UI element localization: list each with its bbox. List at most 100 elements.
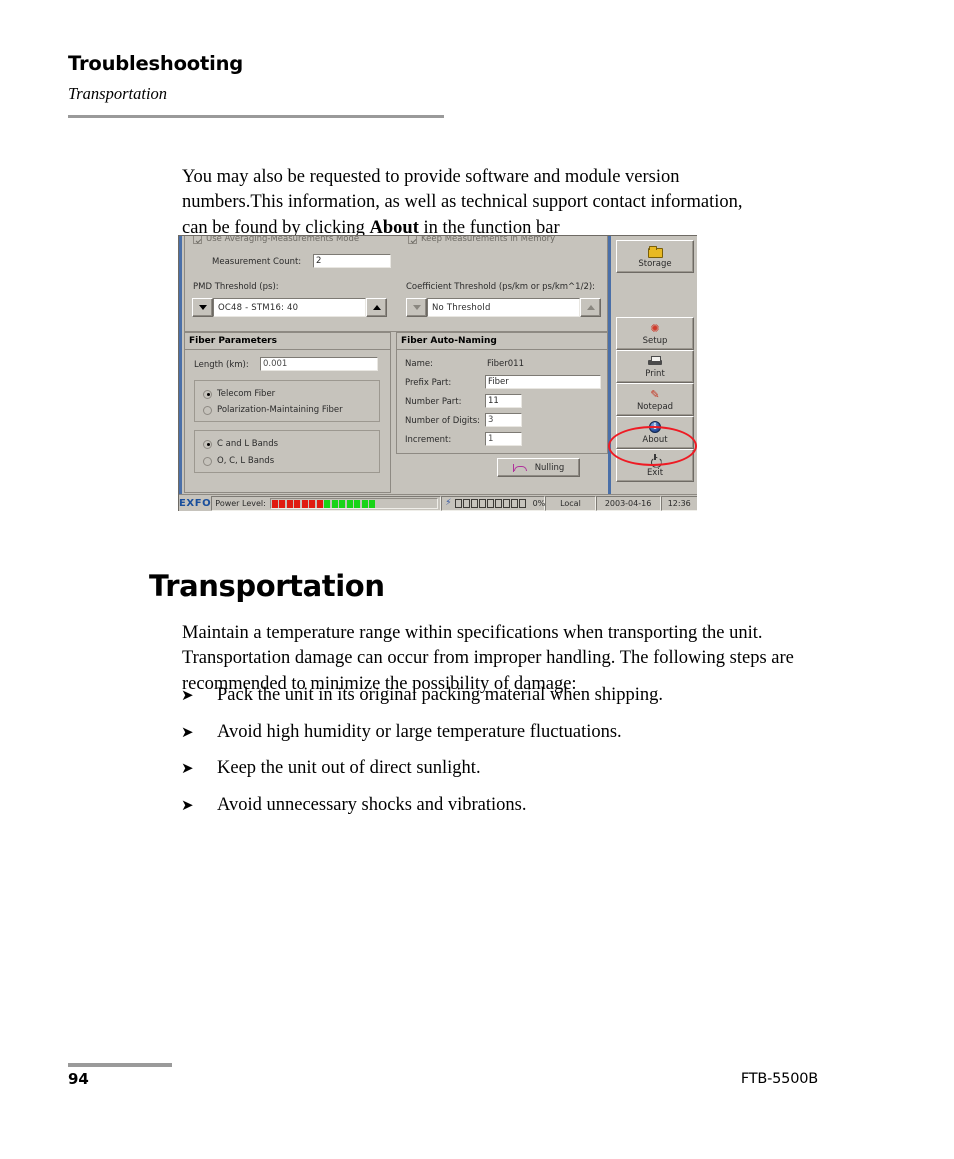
radio-label: O, C, L Bands (217, 456, 275, 466)
checkbox-label: Use Averaging-Measurements Mode (206, 235, 360, 244)
function-button-storage[interactable]: Storage (616, 240, 694, 273)
bullet-list: ➤ Pack the unit in its original packing … (181, 683, 821, 829)
fiber-auto-naming-title: Fiber Auto-Naming (401, 336, 497, 346)
function-button-print[interactable]: Print (616, 350, 694, 383)
page-title: Troubleshooting (68, 52, 244, 75)
model-name: FTB-5500B (740, 1071, 818, 1087)
radio-polarization-maintaining-fiber[interactable]: Polarization-Maintaining Fiber (203, 405, 343, 415)
function-button-notepad[interactable]: ✎ Notepad (616, 383, 694, 416)
pmd-threshold-combo[interactable]: OC48 - STM16: 40 (192, 298, 387, 317)
checkbox-row: Use Averaging-Measurements Mode Keep Mea… (185, 235, 607, 246)
number-part-label: Number Part: (405, 397, 462, 407)
list-item: ➤ Avoid unnecessary shocks and vibration… (181, 793, 821, 817)
function-button-setup[interactable]: ✺ Setup (616, 317, 694, 350)
arrow-bullet-icon: ➤ (181, 686, 194, 704)
list-item-text: Keep the unit out of direct sunlight. (217, 758, 481, 778)
page-header: Troubleshooting Transportation (68, 52, 444, 118)
page-subtitle: Transportation (68, 84, 168, 103)
list-item: ➤ Avoid high humidity or large temperatu… (181, 720, 821, 744)
coefficient-threshold-value: No Threshold (427, 298, 580, 317)
status-bar: EXFO Power Level: ⚡ 0% Local 2003-04-16 … (179, 494, 697, 511)
band-radio-group: C and L Bands O, C, L Bands (194, 430, 380, 473)
notepad-icon: ✎ (650, 387, 660, 401)
window-left-rail (179, 236, 182, 494)
radio-icon (203, 405, 212, 415)
fiber-parameters-group: Fiber Parameters Length (km): 0.001 Tele… (184, 332, 391, 493)
folder-icon (648, 245, 663, 258)
chevron-up-icon[interactable] (366, 298, 387, 317)
pmd-threshold-value: OC48 - STM16: 40 (213, 298, 366, 317)
window-right-rail (608, 236, 611, 494)
function-button-label: Print (645, 368, 665, 379)
number-of-digits-label: Number of Digits: (405, 416, 481, 426)
group-divider (185, 349, 390, 350)
list-item: ➤ Keep the unit out of direct sunlight. (181, 756, 821, 780)
coefficient-threshold-combo[interactable]: No Threshold (406, 298, 601, 317)
increment-input[interactable]: 1 (485, 432, 522, 446)
radio-label: C and L Bands (217, 439, 279, 449)
page-number: 94 (68, 1070, 89, 1088)
nulling-icon (512, 463, 527, 472)
checkbox-label: Keep Measurements in Memory (421, 235, 556, 244)
measurement-count-label: Measurement Count: (212, 257, 302, 267)
header-divider (68, 115, 444, 118)
status-date: 2003-04-16 (595, 496, 661, 511)
radio-label: Polarization-Maintaining Fiber (217, 405, 343, 415)
printer-icon (648, 355, 662, 368)
chevron-down-icon[interactable] (192, 298, 213, 317)
function-button-label: Exit (646, 467, 664, 478)
status-location: Local (545, 496, 596, 511)
power-level-label: Power Level: (215, 499, 266, 508)
radio-o-c-l-bands[interactable]: O, C, L Bands (203, 456, 274, 466)
list-item-text: Avoid high humidity or large temperature… (217, 721, 622, 742)
measurement-count-input[interactable]: 2 (313, 254, 391, 268)
tools-icon: ✺ (650, 321, 660, 335)
nulling-button-label: Nulling (534, 462, 565, 473)
list-item-text: Avoid unnecessary shocks and vibrations. (217, 794, 527, 815)
function-bar: Storage ✺ Setup Print ✎ Notepad About Ex… (613, 236, 697, 494)
prefix-part-input[interactable]: Fiber (485, 375, 601, 389)
fiber-auto-naming-group: Fiber Auto-Naming Name: Fiber011 Prefix … (396, 332, 608, 454)
list-item: ➤ Pack the unit in its original packing … (181, 683, 821, 707)
checkbox-keep-measurements-in-memory[interactable]: Keep Measurements in Memory (408, 235, 556, 244)
function-button-about[interactable]: About (616, 416, 694, 449)
section-heading: Transportation (149, 569, 385, 604)
length-input[interactable]: 0.001 (260, 357, 378, 371)
function-button-label: Storage (638, 258, 672, 269)
exfo-logo: EXFO (179, 498, 212, 509)
embedded-device-screenshot: Use Averaging-Measurements Mode Keep Mea… (178, 235, 697, 511)
number-part-input[interactable]: 11 (485, 394, 522, 408)
checkbox-use-averaging-measurements-mode[interactable]: Use Averaging-Measurements Mode (193, 235, 360, 244)
power-level-bar (269, 498, 439, 509)
list-item-text: Pack the unit in its original packing ma… (217, 685, 663, 705)
checkbox-icon (193, 236, 202, 244)
group-divider (397, 349, 607, 350)
radio-telecom-fiber[interactable]: Telecom Fiber (203, 389, 275, 399)
radio-c-and-l-bands[interactable]: C and L Bands (203, 439, 278, 449)
fiber-type-radio-group: Telecom Fiber Polarization-Maintaining F… (194, 380, 380, 422)
coefficient-threshold-label: Coefficient Threshold (ps/km or ps/km^1/… (406, 282, 596, 292)
arrow-bullet-icon: ➤ (181, 795, 194, 814)
info-icon (649, 421, 661, 434)
chevron-down-icon[interactable] (406, 298, 427, 317)
number-of-digits-input[interactable]: 3 (485, 413, 522, 427)
nulling-button[interactable]: Nulling (497, 458, 580, 477)
increment-label: Increment: (405, 435, 452, 445)
measurement-settings-panel: Use Averaging-Measurements Mode Keep Mea… (184, 236, 608, 332)
power-icon (650, 454, 661, 467)
function-button-exit[interactable]: Exit (616, 449, 694, 482)
function-button-label: Notepad (636, 401, 674, 412)
radio-label: Telecom Fiber (217, 389, 276, 399)
plug-icon: ⚡ (445, 498, 452, 508)
power-level-indicator: Power Level: (211, 496, 442, 511)
status-time: 12:36 (660, 496, 697, 511)
radio-icon (203, 389, 212, 399)
fiber-parameters-title: Fiber Parameters (189, 336, 277, 346)
radio-icon (203, 456, 212, 466)
checkbox-icon (408, 236, 417, 244)
chevron-up-icon[interactable] (580, 298, 601, 317)
name-value: Fiber011 (487, 359, 524, 369)
progress-percent: 0% (532, 499, 546, 508)
prefix-part-label: Prefix Part: (405, 378, 452, 388)
name-label: Name: (405, 359, 433, 369)
